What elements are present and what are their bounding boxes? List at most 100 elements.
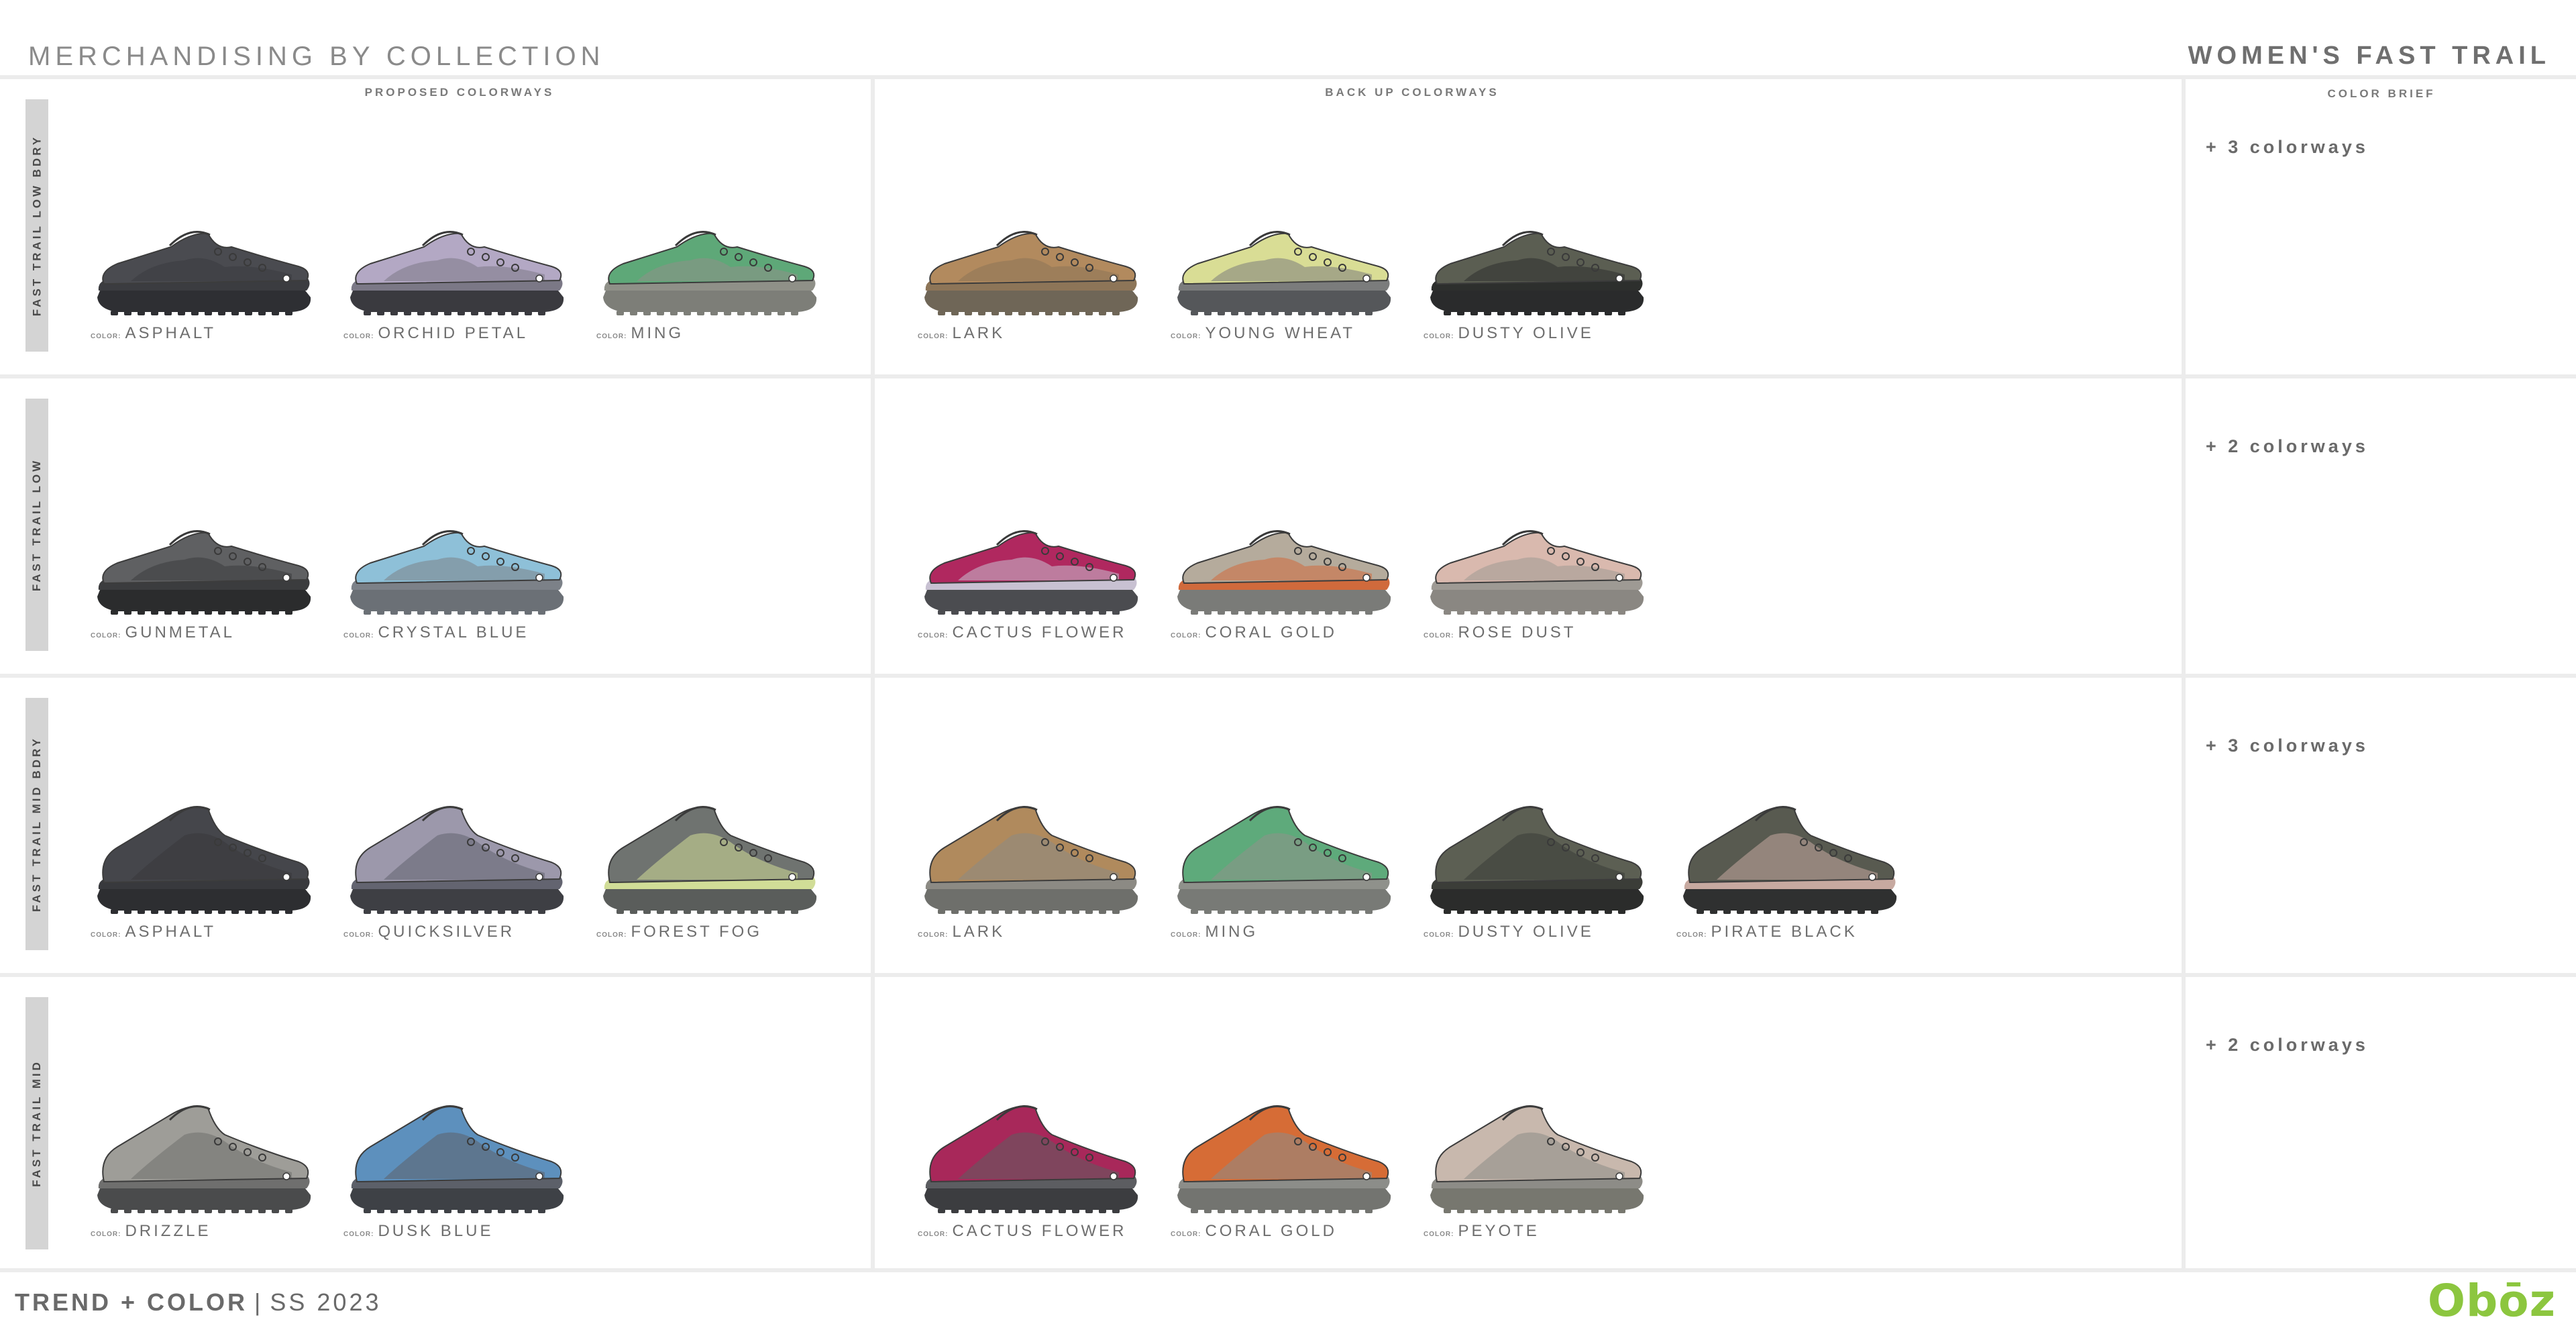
shoe-illustration (1683, 806, 1897, 914)
shoe-card: COLOR: PIRATE BLACK (1676, 795, 1904, 950)
shoe-illustration (97, 1105, 311, 1213)
collection-tab: FAST TRAIL MID BDRY (25, 698, 48, 950)
colorway-name: MING (631, 324, 684, 342)
shoe-card: COLOR: CORAL GOLD (1171, 1094, 1399, 1249)
divider-row-2 (0, 674, 2576, 678)
colorway-caption: COLOR: CRYSTAL BLUE (343, 623, 529, 642)
shoe-illustration (924, 806, 1138, 914)
color-label: COLOR: (91, 1231, 121, 1238)
color-label: COLOR: (91, 931, 121, 939)
color-label: COLOR: (596, 333, 627, 340)
shoe-card: COLOR: CORAL GOLD (1171, 496, 1399, 650)
colorway-name: QUICKSILVER (378, 923, 515, 941)
color-label: COLOR: (91, 333, 121, 340)
shoe-card: COLOR: LARK (918, 197, 1146, 351)
colorway-caption: COLOR: ROSE DUST (1424, 623, 1576, 642)
collection-tab: FAST TRAIL MID (25, 997, 48, 1249)
shoe-card: COLOR: DRIZZLE (91, 1094, 319, 1249)
footer-divider: | (254, 1288, 264, 1316)
collection-label: FAST TRAIL MID (25, 997, 48, 1249)
color-label: COLOR: (343, 1231, 374, 1238)
shoe-card: COLOR: ROSE DUST (1424, 496, 1652, 650)
colorway-name: PEYOTE (1458, 1222, 1540, 1240)
colorway-caption: COLOR: YOUNG WHEAT (1171, 324, 1355, 343)
shoe-card: COLOR: GUNMETAL (91, 496, 319, 650)
colorway-caption: COLOR: CACTUS FLOWER (918, 1222, 1126, 1241)
colorway-caption: COLOR: ORCHID PETAL (343, 324, 528, 343)
collection-tab: FAST TRAIL LOW (25, 399, 48, 651)
colorway-caption: COLOR: QUICKSILVER (343, 923, 515, 941)
collection-name: FAST TRAIL MID BDRY (30, 735, 43, 913)
divider-row-1 (0, 374, 2576, 378)
color-label: COLOR: (918, 333, 949, 340)
shoe-illustration (924, 1105, 1138, 1213)
column-header-brief: COLOR BRIEF (2327, 87, 2436, 100)
shoe-illustration (603, 806, 817, 914)
shoe-illustration (97, 231, 311, 315)
shoe-card: COLOR: PEYOTE (1424, 1094, 1652, 1249)
colorway-caption: COLOR: CORAL GOLD (1171, 1222, 1337, 1241)
shoe-illustration (1177, 806, 1391, 914)
colorway-caption: COLOR: LARK (918, 923, 1005, 941)
color-label: COLOR: (1171, 1231, 1201, 1238)
shoe-card: COLOR: YOUNG WHEAT (1171, 197, 1399, 351)
shoe-card: COLOR: QUICKSILVER (343, 795, 572, 950)
collection-name: FAST TRAIL LOW BDRY (30, 134, 44, 317)
shoe-card: COLOR: ASPHALT (91, 197, 319, 351)
shoe-illustration (350, 530, 564, 615)
color-label: COLOR: (343, 632, 374, 639)
collection-tab: FAST TRAIL LOW BDRY (25, 99, 48, 352)
colorway-caption: COLOR: CORAL GOLD (1171, 623, 1337, 642)
shoe-illustration (97, 530, 311, 615)
colorway-caption: COLOR: MING (596, 324, 684, 343)
shoe-card: COLOR: DUSK BLUE (343, 1094, 572, 1249)
colorway-caption: COLOR: ASPHALT (91, 324, 216, 343)
color-label: COLOR: (1424, 1231, 1454, 1238)
colorway-name: CORAL GOLD (1205, 1222, 1337, 1240)
colorway-caption: COLOR: DUSK BLUE (343, 1222, 494, 1241)
colorway-caption: COLOR: LARK (918, 324, 1005, 343)
shoe-illustration (924, 231, 1138, 315)
colorway-caption: COLOR: DUSTY OLIVE (1424, 923, 1594, 941)
divider-footer (0, 1268, 2576, 1272)
shoe-card: COLOR: MING (596, 197, 824, 351)
colorway-name: FOREST FOG (631, 923, 763, 941)
shoe-illustration (1177, 530, 1391, 615)
colorway-name: DUSTY OLIVE (1458, 923, 1594, 941)
collection-label: FAST TRAIL LOW BDRY (25, 99, 48, 352)
colorway-name: CACTUS FLOWER (952, 623, 1127, 642)
column-header-backup: BACK UP COLORWAYS (1325, 86, 1499, 99)
shoe-illustration (1430, 231, 1644, 315)
shoe-illustration (924, 530, 1138, 615)
colorway-name: PIRATE BLACK (1711, 923, 1858, 941)
colorway-caption: COLOR: MING (1171, 923, 1258, 941)
colorway-caption: COLOR: PIRATE BLACK (1676, 923, 1858, 941)
color-label: COLOR: (1424, 333, 1454, 340)
colorway-caption: COLOR: GUNMETAL (91, 623, 235, 642)
divider-backup-brief (2182, 75, 2186, 1272)
colorway-name: CORAL GOLD (1205, 623, 1337, 642)
shoe-card: COLOR: LARK (918, 795, 1146, 950)
brand-logo: Obōz (2427, 1275, 2556, 1327)
divider-header (0, 75, 2576, 79)
shoe-illustration (1430, 806, 1644, 914)
column-header-proposed: PROPOSED COLORWAYS (364, 86, 555, 99)
shoe-card: COLOR: CACTUS FLOWER (918, 1094, 1146, 1249)
footer-trend: TREND + COLOR (15, 1288, 248, 1316)
shoe-card: COLOR: CACTUS FLOWER (918, 496, 1146, 650)
collection-name: FAST TRAIL MID (30, 1060, 44, 1187)
collection-name: FAST TRAIL LOW (30, 458, 44, 592)
color-label: COLOR: (1171, 931, 1201, 939)
colorway-caption: COLOR: DUSTY OLIVE (1424, 324, 1594, 343)
colorway-name: YOUNG WHEAT (1205, 324, 1356, 342)
colorway-name: ORCHID PETAL (378, 324, 529, 342)
shoe-illustration (603, 231, 817, 315)
collection-title: WOMEN'S FAST TRAIL (2188, 42, 2551, 70)
colorway-name: MING (1205, 923, 1258, 941)
colorway-caption: COLOR: DRIZZLE (91, 1222, 211, 1241)
colorway-name: GUNMETAL (125, 623, 235, 642)
color-label: COLOR: (918, 931, 949, 939)
color-brief-count: + 2 colorways (2206, 1035, 2369, 1055)
shoe-illustration (1177, 1105, 1391, 1213)
shoe-card: COLOR: FOREST FOG (596, 795, 824, 950)
